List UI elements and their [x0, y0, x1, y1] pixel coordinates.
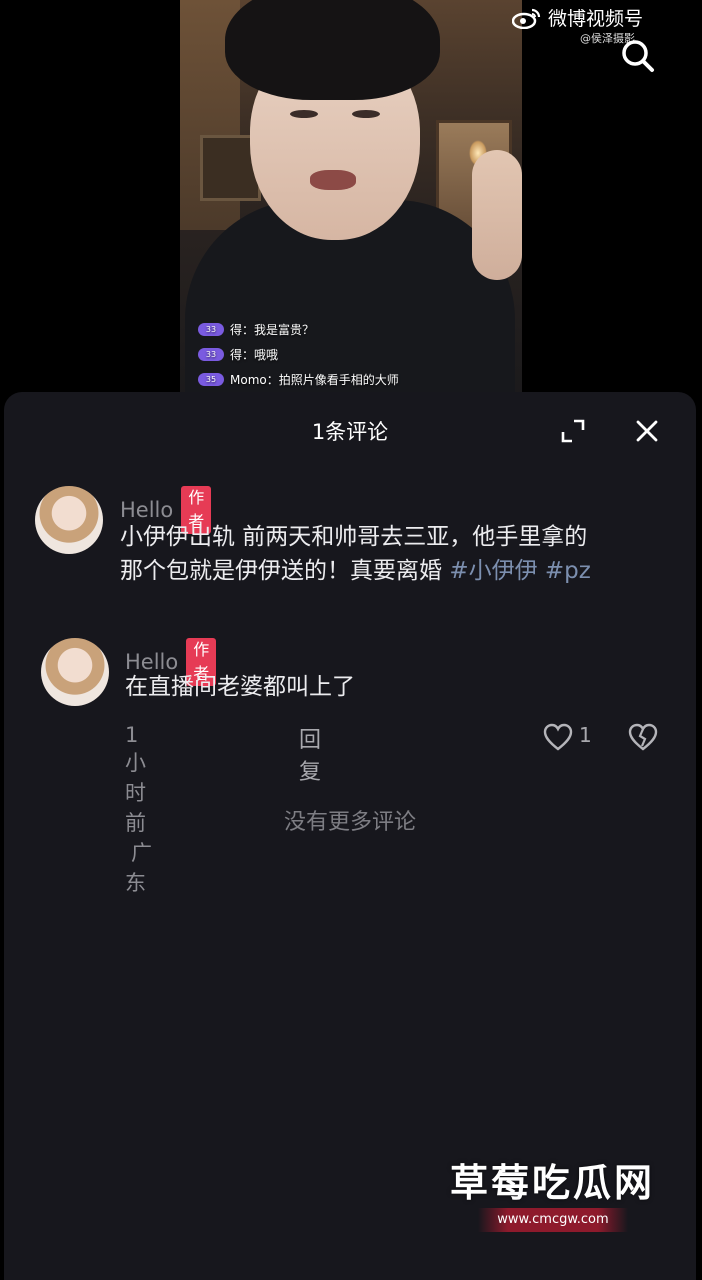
live-chat: 33 得：我是富贵？ 33 得：哦哦 35 Momo：拍照片像看手相的大师 [198, 318, 518, 393]
dislike-icon[interactable] [627, 722, 659, 752]
chat-text: 得：哦哦 [230, 347, 279, 362]
hashtag-link[interactable]: #小伊伊 [449, 558, 537, 584]
search-icon[interactable] [618, 36, 658, 76]
reply-button[interactable]: 回复 [299, 722, 321, 786]
avatar[interactable] [41, 638, 109, 706]
chat-text: Momo：拍照片像看手相的大师 [230, 372, 399, 387]
avatar[interactable] [35, 486, 103, 554]
comment-line: 那个包就是伊伊送的！真要离婚 #小伊伊 #pz [120, 554, 680, 588]
weibo-brand: 微博视频号 [548, 8, 644, 30]
chat-message: 33 得：哦哦 [198, 343, 518, 365]
level-badge: 33 [198, 322, 224, 336]
hashtag-link[interactable]: #pz [545, 558, 591, 584]
streamer-figure [225, 0, 440, 100]
chat-message: 33 得：我是富贵？ [198, 318, 518, 340]
heart-icon[interactable] [542, 722, 574, 752]
streamer-figure [290, 110, 318, 118]
streamer-figure [472, 150, 522, 280]
no-more-comments: 没有更多评论 [283, 810, 416, 835]
level-badge: 35 [198, 372, 224, 386]
comment-line: 小伊伊出轨 前两天和帅哥去三亚，他手里拿的 [120, 524, 588, 550]
comment-panel: 1条评论 Hello 作者 小伊伊出轨 前两天和帅哥去三亚，他手里拿的 那个包就… [4, 392, 696, 1280]
weibo-logo-icon [512, 8, 541, 29]
panel-title: 1条评论 [311, 420, 389, 444]
site-watermark-url: www.cmcgw.com [478, 1208, 628, 1232]
site-watermark-title: 草莓吃瓜网 [450, 1161, 656, 1205]
streamer-figure [352, 110, 380, 118]
comment-text: 在直播间老婆都叫上了 [125, 674, 355, 700]
expand-icon[interactable] [560, 418, 586, 444]
close-icon[interactable] [634, 418, 660, 444]
username[interactable]: Hello [120, 498, 173, 522]
comment-line-text: 那个包就是伊伊送的！真要离婚 [120, 558, 442, 584]
like-count: 1 [579, 723, 592, 747]
chat-message: 35 Momo：拍照片像看手相的大师 [198, 368, 518, 390]
weibo-watermark: 微博视频号 [512, 4, 643, 31]
chat-text: 得：我是富贵？ [230, 322, 315, 337]
comment-location: 广东 [125, 841, 152, 895]
level-badge: 33 [198, 347, 224, 361]
streamer-figure [310, 170, 356, 190]
comment-text: 小伊伊出轨 前两天和帅哥去三亚，他手里拿的 那个包就是伊伊送的！真要离婚 #小伊… [120, 520, 680, 588]
